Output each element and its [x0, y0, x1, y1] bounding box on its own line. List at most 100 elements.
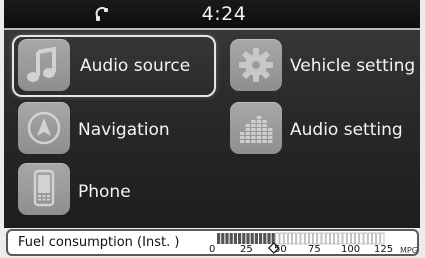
equalizer-bar-segment	[256, 124, 262, 127]
equalizer-bar-segment	[251, 120, 256, 123]
phone-handset-icon	[95, 6, 109, 22]
equalizer-bar-segment	[268, 140, 273, 143]
equalizer-bar-segment	[256, 120, 262, 123]
equalizer-bar-segment	[256, 140, 262, 143]
gauge-segment-empty	[330, 232, 334, 245]
menu-item-audio-source[interactable]: Audio source	[12, 35, 216, 97]
equalizer-bar-segment	[240, 140, 245, 143]
scale-tick: 75	[308, 244, 321, 255]
gauge-segment-empty	[283, 232, 288, 245]
equalizer-bar-segment	[268, 132, 273, 135]
gauge-segment-filled	[242, 233, 246, 244]
scale-tick: 0	[209, 244, 216, 255]
equalizer-bar-segment	[268, 128, 273, 131]
equalizer-bar-segment	[245, 128, 250, 131]
gauge-segment-filled	[217, 233, 221, 244]
scale-tick: 50	[274, 244, 287, 255]
fuel-gauge	[217, 232, 385, 254]
equalizer-bar-segment	[256, 132, 262, 135]
equalizer-bar-segment	[268, 136, 273, 139]
menu-item-phone[interactable]: Phone	[14, 163, 214, 219]
gauge-segment-empty	[372, 232, 376, 245]
menu-item-label: Audio setting	[290, 120, 403, 140]
compass-arrow-icon	[18, 102, 70, 154]
equalizer-bar-segment	[251, 124, 256, 127]
equalizer-bar-segment	[256, 128, 262, 131]
equalizer-bar-segment	[240, 132, 245, 135]
equalizer-bar-segment	[256, 116, 262, 119]
gauge-segment-empty	[376, 232, 381, 245]
gauge-segment-filled	[263, 233, 267, 244]
equalizer-bar-segment	[262, 132, 267, 135]
gauge-segment-empty	[309, 232, 313, 245]
equalizer-bar-segment	[245, 132, 250, 135]
gauge-segment-empty	[359, 232, 364, 245]
gauge-segment-empty	[346, 232, 351, 245]
fuel-consumption-label: Fuel consumption (Inst. )	[18, 235, 180, 250]
menu-item-label: Navigation	[78, 120, 170, 140]
equalizer-bar-segment	[251, 140, 256, 143]
equalizer-bar-segment	[240, 136, 245, 139]
gauge-segment-empty	[367, 232, 372, 245]
equalizer-bar-segment	[262, 128, 267, 131]
equalizer-icon	[230, 102, 282, 154]
gauge-segment-empty	[351, 232, 355, 245]
gauge-segment-empty	[288, 232, 292, 245]
gauge-segment-filled	[254, 233, 258, 244]
gauge-segment-filled	[238, 233, 242, 244]
equalizer-bar-segment	[262, 140, 267, 143]
scale-tick: 125	[374, 244, 394, 255]
equalizer-bar-segment	[245, 136, 250, 139]
status-bar: 4:24	[4, 0, 420, 30]
gauge-segment-empty	[334, 232, 339, 245]
gauge-segment-filled	[267, 233, 271, 244]
equalizer-bar-segment	[251, 128, 256, 131]
gauge-segment-filled	[259, 233, 263, 244]
gauge-segment-filled	[225, 233, 229, 244]
equalizer-bar-segment	[262, 136, 267, 139]
equalizer-bar-segment	[251, 132, 256, 135]
menu-item-navigation[interactable]: Navigation	[14, 102, 214, 158]
gauge-segment-filled	[250, 233, 254, 244]
gauge-segment-empty	[300, 232, 305, 245]
gauge-segment-empty	[380, 232, 385, 245]
gauge-segment-empty	[317, 232, 322, 245]
menu-item-vehicle-setting[interactable]: Vehicle setting	[226, 35, 416, 93]
scale-tick: 100	[341, 244, 361, 255]
menu-item-label: Vehicle setting	[290, 56, 416, 76]
unit-label: MPG	[400, 246, 418, 255]
gauge-segment-filled	[221, 233, 225, 244]
menu-item-label: Audio source	[80, 56, 191, 76]
gauge-segment-filled	[246, 233, 250, 244]
gauge-segment-filled	[229, 233, 233, 244]
menu-item-audio-setting[interactable]: Audio setting	[226, 102, 416, 158]
equalizer-bar-segment	[256, 136, 262, 139]
gauge-segment-filled	[233, 233, 237, 244]
gauge-segment-empty	[355, 232, 360, 245]
gauge-segment-empty	[279, 232, 284, 245]
gear-icon	[230, 39, 282, 91]
gauge-segment-empty	[296, 232, 301, 245]
equalizer-bar-segment	[262, 120, 267, 123]
gauge-segment-empty	[342, 232, 347, 245]
equalizer-bar-segment	[245, 140, 250, 143]
equalizer-bar-segment	[251, 136, 256, 139]
fuel-consumption-bar: Fuel consumption (Inst. ) 0 25 50 75 100…	[6, 229, 419, 256]
clock: 4:24	[201, 3, 247, 25]
gauge-segment-empty	[304, 232, 309, 245]
gauge-segment-empty	[338, 232, 343, 245]
equalizer-bar-segment	[262, 124, 267, 127]
gauge-segment-empty	[321, 232, 326, 245]
gauge-segment-filled	[271, 233, 275, 244]
gauge-segment-empty	[363, 232, 368, 245]
gauge-segment-empty	[275, 232, 280, 245]
head-unit-screen: 4:24 Audio source Vehicle setting Naviga…	[4, 0, 420, 228]
gauge-segment-empty	[292, 232, 297, 245]
equalizer-bar-segment	[245, 124, 250, 127]
music-note-icon	[18, 39, 70, 91]
gauge-segment-empty	[325, 232, 330, 245]
mobile-phone-icon	[18, 163, 70, 215]
scale-tick: 25	[240, 244, 253, 255]
gauge-segment-empty	[313, 232, 318, 245]
menu-item-label: Phone	[78, 182, 131, 202]
